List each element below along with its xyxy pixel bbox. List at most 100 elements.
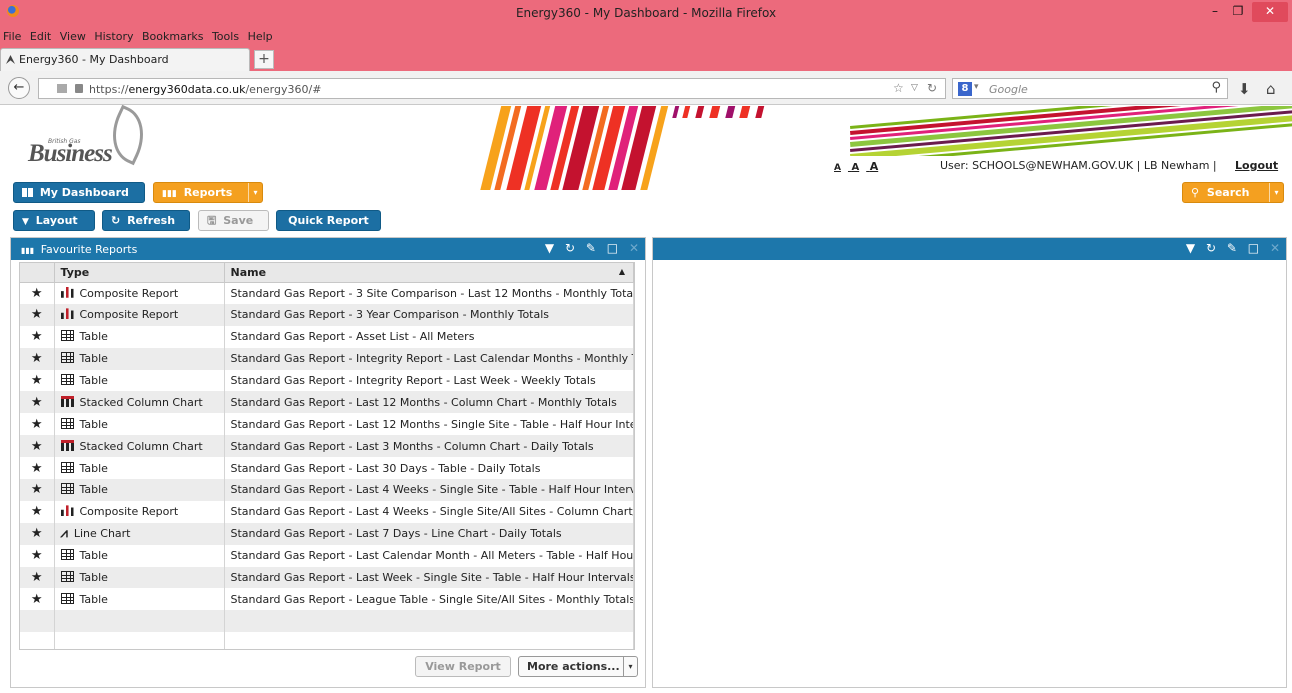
empty-cell <box>54 632 225 649</box>
favourite-star-icon[interactable]: ★ <box>20 369 55 392</box>
table-row[interactable]: ★ Table Standard Gas Report - Last 4 Weeks… <box>20 479 634 501</box>
refresh-button[interactable]: ↻ Refresh <box>102 210 190 231</box>
url-prefix: https:// <box>89 83 129 96</box>
favourite-star-icon[interactable]: ★ <box>20 522 55 545</box>
menu-bookmarks[interactable]: Bookmarks <box>142 28 203 43</box>
empty-cell <box>54 610 225 633</box>
more-actions-label: More actions... <box>527 660 620 673</box>
tab-strip: Energy360 - My Dashboard + <box>0 46 1292 71</box>
right-edit-icon[interactable]: ✎ <box>1227 241 1237 255</box>
table-row[interactable]: ★ Table Standard Gas Report - Last Calenda… <box>20 544 634 567</box>
favourite-star-icon[interactable]: ★ <box>20 435 55 458</box>
table-row[interactable]: ★ Table Standard Gas Report - Last 12 Mont… <box>20 413 634 436</box>
favourite-star-icon[interactable]: ★ <box>20 347 55 370</box>
name-column-header[interactable]: Name ▲ <box>224 263 634 283</box>
table-row[interactable]: ★ Composite Report Standard Gas Report - 3… <box>20 303 634 326</box>
table-row[interactable]: ★ ⩘ Line Chart Standard Gas Report - Last 7… <box>20 522 634 545</box>
home-icon[interactable]: ⌂ <box>1266 80 1276 98</box>
url-dropdown-icon[interactable]: ▽ <box>911 83 918 93</box>
table-row[interactable]: ★ Composite Report Standard Gas Report - L… <box>20 500 634 523</box>
name-cell: Standard Gas Report - Last 30 Days - Tab… <box>224 457 634 480</box>
table-row[interactable]: ★ Table Standard Gas Report - Last Week - … <box>20 566 634 589</box>
close-window-button[interactable]: ✕ <box>1252 2 1288 22</box>
table-row[interactable]: ★ Table Standard Gas Report - League Table… <box>20 588 634 611</box>
favourite-star-icon[interactable]: ★ <box>20 457 55 480</box>
collapse-icon[interactable]: ▼ <box>545 241 554 255</box>
maximize-button[interactable]: ❐ <box>1226 2 1250 22</box>
search-engine-dropdown-icon[interactable]: ▾ <box>974 82 979 92</box>
type-label: Table <box>79 330 108 344</box>
my-dashboard-button[interactable]: My Dashboard <box>13 182 145 203</box>
layout-button[interactable]: ▼ Layout <box>13 210 95 231</box>
favourite-star-icon[interactable]: ★ <box>20 479 55 501</box>
right-collapse-icon[interactable]: ▼ <box>1186 241 1195 255</box>
favourite-star-icon[interactable]: ★ <box>20 588 55 611</box>
magnifier-icon[interactable]: ⚲ <box>1211 80 1221 95</box>
table-row[interactable]: ★ Table Standard Gas Report - Integrity Re… <box>20 347 634 370</box>
favourite-star-icon[interactable]: ★ <box>20 544 55 567</box>
search-placeholder: Google <box>989 83 1028 96</box>
table-row[interactable]: ★ Table Standard Gas Report - Integrity Re… <box>20 369 634 392</box>
table-row[interactable]: ★ Stacked Column Chart Standard Gas Report… <box>20 391 634 414</box>
search-bar[interactable]: 8 ▾ Google ⚲ <box>952 78 1228 99</box>
menu-view[interactable]: View <box>60 28 86 43</box>
menu-file[interactable]: File <box>3 28 21 43</box>
quick-report-button[interactable]: Quick Report <box>276 210 381 231</box>
save-button[interactable]: 🖫 Save <box>198 210 269 231</box>
edit-icon[interactable]: ✎ <box>586 241 596 255</box>
download-icon[interactable]: ⬇ <box>1238 80 1251 98</box>
table-row[interactable]: ★ Stacked Column Chart Standard Gas Report… <box>20 435 634 458</box>
name-cell: Standard Gas Report - Last 4 Weeks - Sin… <box>224 479 634 501</box>
minimize-button[interactable]: – <box>1204 2 1226 22</box>
type-column-header[interactable]: Type <box>54 263 225 283</box>
favourite-star-icon[interactable]: ★ <box>20 500 55 523</box>
empty-panel: ▼ ↻ ✎ □ ✕ <box>652 237 1287 688</box>
layout-caret-icon: ▼ <box>22 217 29 227</box>
reports-button[interactable]: ▮▮▮ Reports ▾ <box>153 182 263 203</box>
more-actions-button[interactable]: More actions... ▾ <box>518 656 638 677</box>
favourite-star-icon[interactable]: ★ <box>20 391 55 414</box>
close-icon[interactable]: ✕ <box>629 241 639 255</box>
logout-link[interactable]: Logout <box>1235 159 1278 172</box>
menu-tools[interactable]: Tools <box>212 28 239 43</box>
stacked-column-icon <box>60 439 74 451</box>
favourite-star-icon[interactable]: ★ <box>20 566 55 589</box>
bookmark-star-icon[interactable]: ☆ <box>893 81 904 95</box>
type-label: Table <box>79 461 108 475</box>
favourite-star-icon[interactable]: ★ <box>20 325 55 348</box>
right-close-icon[interactable]: ✕ <box>1270 241 1280 255</box>
type-label: Table <box>79 571 108 585</box>
search-dropdown-icon[interactable]: ▾ <box>1269 183 1283 202</box>
font-size-small[interactable]: A <box>834 163 841 173</box>
url-bar[interactable]: https://energy360data.co.uk/energy360/# … <box>38 78 946 99</box>
reports-dropdown-icon[interactable]: ▾ <box>248 183 262 202</box>
tab-energy360[interactable]: Energy360 - My Dashboard <box>0 48 250 71</box>
favourite-star-icon[interactable]: ★ <box>20 303 55 326</box>
back-button[interactable]: ← <box>8 77 30 99</box>
panel-refresh-icon[interactable]: ↻ <box>565 241 575 255</box>
right-maximize-icon[interactable]: □ <box>1248 241 1259 255</box>
view-report-button[interactable]: View Report <box>415 656 511 677</box>
layout-label: Layout <box>35 214 78 227</box>
menu-help[interactable]: Help <box>248 28 273 43</box>
table-row[interactable]: ★ Table Standard Gas Report - Asset List -… <box>20 325 634 348</box>
name-cell: Standard Gas Report - Last 4 Weeks - Sin… <box>224 500 634 523</box>
font-size-medium[interactable]: A <box>851 162 859 173</box>
font-size-large[interactable]: A <box>870 160 879 173</box>
more-actions-dropdown-icon[interactable]: ▾ <box>623 657 637 676</box>
menu-edit[interactable]: Edit <box>30 28 51 43</box>
type-cell: Composite Report <box>54 500 225 523</box>
table-row[interactable]: ★ Composite Report Standard Gas Report - 3… <box>20 282 634 304</box>
type-label: Composite Report <box>79 286 179 300</box>
type-label: Composite Report <box>79 505 179 519</box>
table-row[interactable]: ★ Table Standard Gas Report - Last 30 Days… <box>20 457 634 480</box>
right-refresh-icon[interactable]: ↻ <box>1206 241 1216 255</box>
favourite-star-icon[interactable]: ★ <box>20 282 55 304</box>
type-cell: Table <box>54 479 225 501</box>
menu-history[interactable]: History <box>94 28 133 43</box>
maximize-icon[interactable]: □ <box>607 241 618 255</box>
new-tab-button[interactable]: + <box>254 50 274 69</box>
reload-icon[interactable]: ↻ <box>927 81 937 95</box>
favourite-star-icon[interactable]: ★ <box>20 413 55 436</box>
search-button[interactable]: ⚲ Search ▾ <box>1182 182 1284 203</box>
